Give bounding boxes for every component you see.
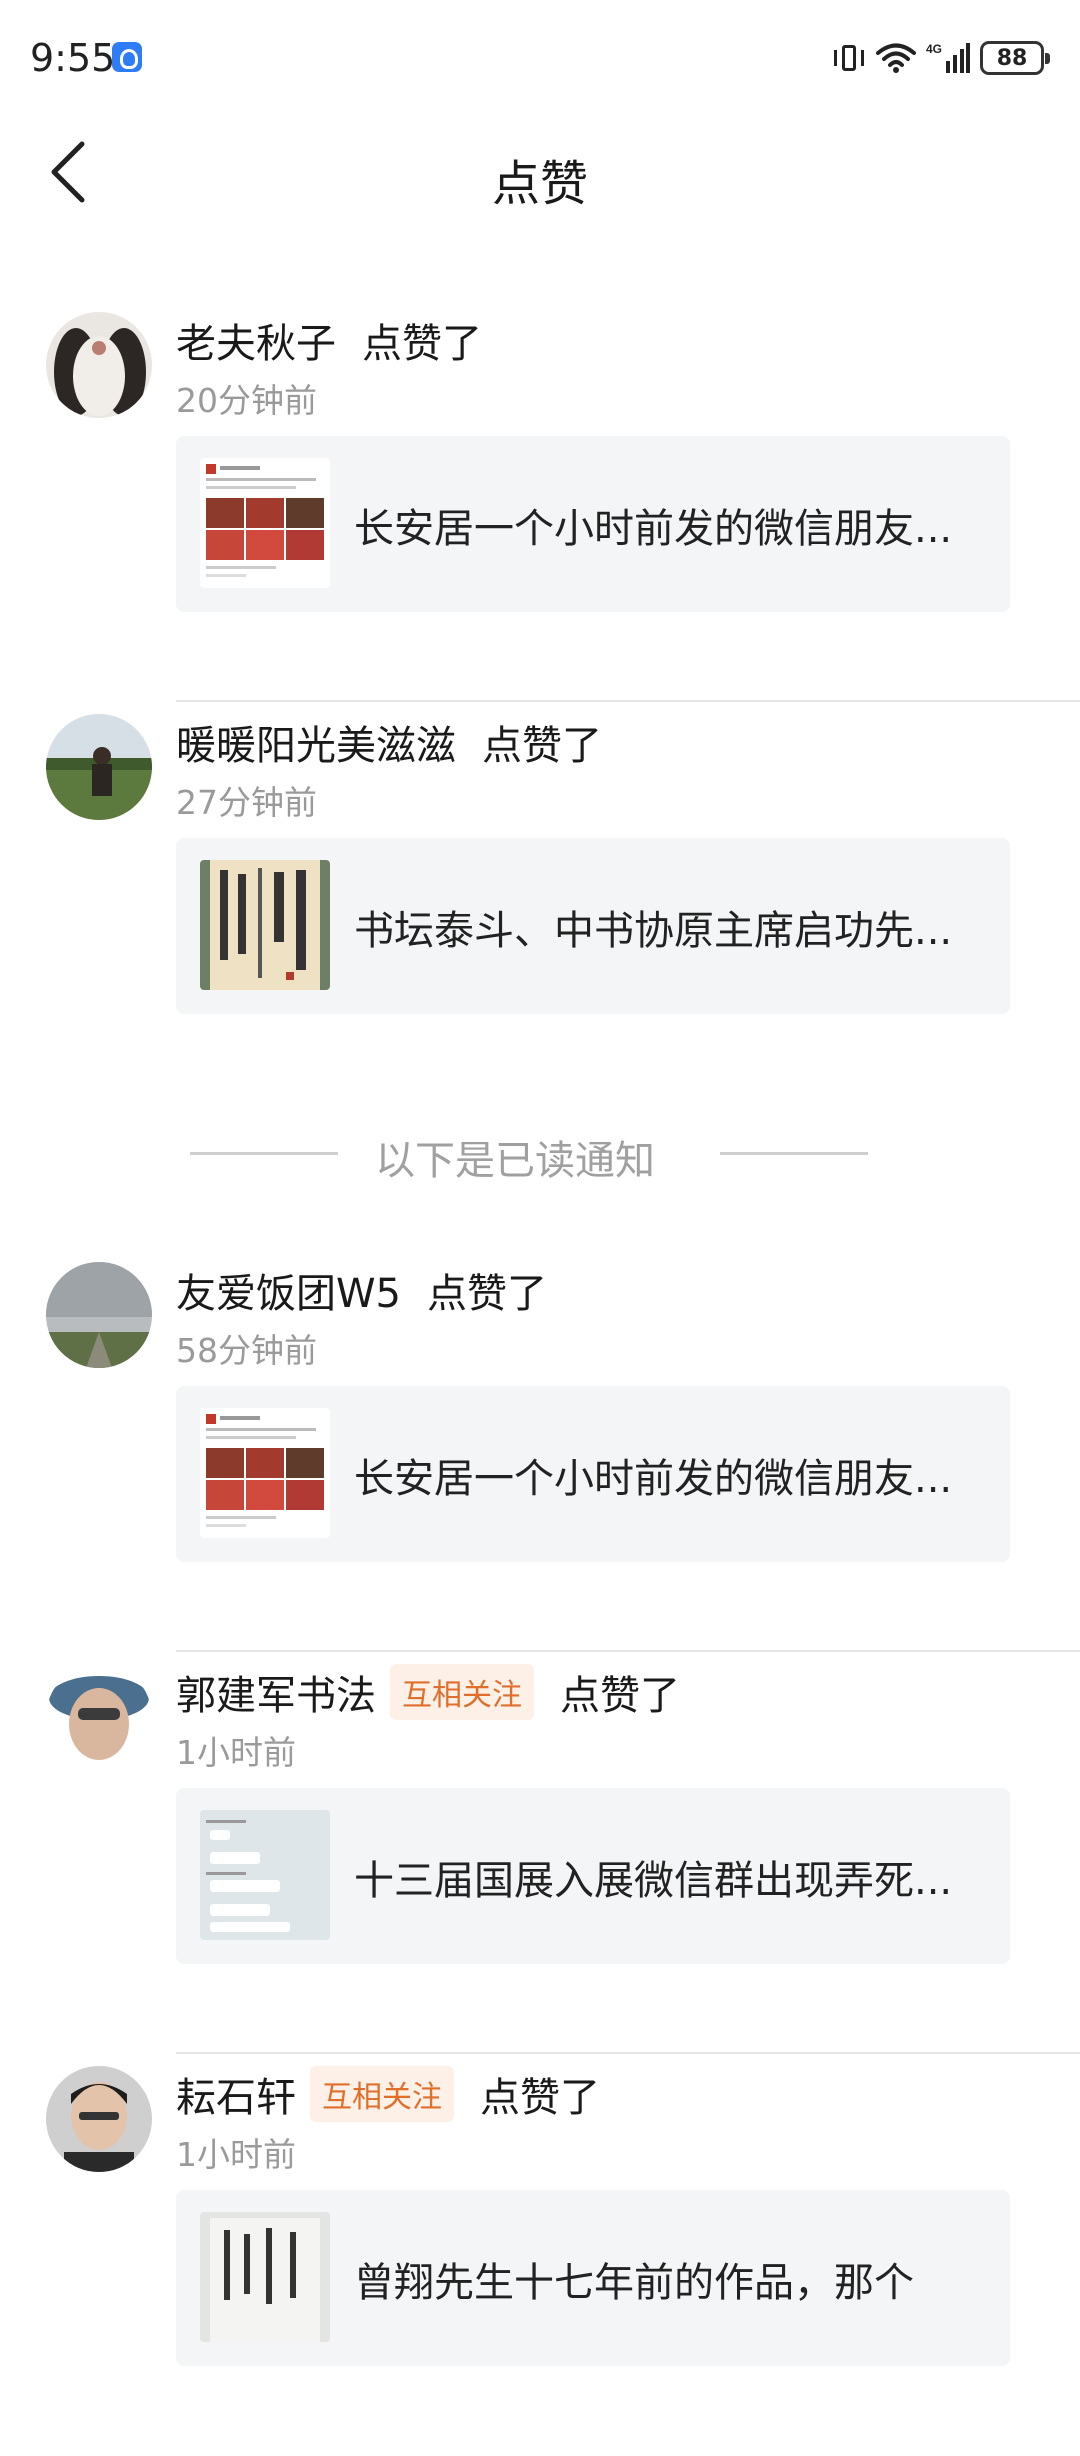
status-icons: 4G 88 (832, 38, 1050, 78)
page-title: 点赞 (491, 156, 588, 212)
post-thumbnail (200, 2212, 330, 2342)
battery-icon: 88 (980, 41, 1050, 75)
signal-icon: 4G (926, 42, 970, 73)
wifi-icon (876, 43, 916, 73)
post-thumbnail (200, 458, 330, 588)
notification-item: 老夫秋子 点赞了 20分钟前 长安居一个小时前发的微信朋友... (0, 300, 1080, 702)
avatar[interactable] (46, 1664, 152, 1770)
post-card[interactable]: 曾翔先生十七年前的作品，那个 (176, 2190, 1010, 2366)
user-name[interactable]: 老夫秋子 (176, 311, 336, 369)
battery-level: 88 (996, 45, 1028, 71)
post-card[interactable]: 长安居一个小时前发的微信朋友... (176, 1386, 1010, 1562)
post-card[interactable]: 长安居一个小时前发的微信朋友... (176, 436, 1010, 612)
post-title: 曾翔先生十七年前的作品，那个 (354, 2260, 914, 2306)
action-label: 点赞了 (480, 2075, 600, 2121)
status-time: 9:55 (30, 36, 116, 80)
status-bar: 9:55 4G 88 (0, 0, 1080, 110)
avatar[interactable] (46, 312, 152, 418)
post-card[interactable]: 十三届国展入展微信群出现弄死... (176, 1788, 1010, 1964)
notification-item: 耘石轩 互相关注 点赞了 1小时前 曾翔先生十七年前的作品，那个 (0, 2054, 1080, 2456)
avatar[interactable] (46, 1262, 152, 1368)
vibrate-icon (832, 43, 866, 73)
header: 点赞 (0, 110, 1080, 230)
notification-list: 老夫秋子 点赞了 20分钟前 长安居一个小时前发的微信朋友... 暖暖阳光美滋滋… (0, 300, 1080, 2456)
timestamp: 58分钟前 (176, 1331, 317, 1370)
action-label: 点赞了 (427, 1271, 547, 1317)
action-label: 点赞了 (560, 1673, 680, 1719)
timestamp: 20分钟前 (176, 381, 317, 420)
post-thumbnail (200, 1408, 330, 1538)
network-type-label: 4G (926, 42, 942, 56)
post-title: 长安居一个小时前发的微信朋友... (354, 1456, 953, 1502)
user-name[interactable]: 郭建军书法 (176, 1663, 376, 1721)
mutual-follow-badge: 互相关注 (390, 1664, 534, 1720)
notification-item: 友爱饭团W5 点赞了 58分钟前 长安居一个小时前发的微信朋友... (0, 1250, 1080, 1652)
avatar[interactable] (46, 714, 152, 820)
post-thumbnail (200, 860, 330, 990)
post-title: 长安居一个小时前发的微信朋友... (354, 506, 953, 552)
action-label: 点赞了 (362, 321, 482, 367)
post-thumbnail (200, 1810, 330, 1940)
mutual-follow-badge: 互相关注 (310, 2066, 454, 2122)
timestamp: 1小时前 (176, 1733, 296, 1772)
notification-item: 郭建军书法 互相关注 点赞了 1小时前 十三届国展入展微信群出现弄死... (0, 1652, 1080, 2054)
read-divider-label: 以下是已读通知 (375, 1138, 655, 1184)
post-title: 十三届国展入展微信群出现弄死... (354, 1858, 953, 1904)
read-divider: 以下是已读通知 (0, 1082, 1080, 1222)
post-title: 书坛泰斗、中书协原主席启功先... (354, 908, 953, 954)
user-name[interactable]: 暖暖阳光美滋滋 (176, 713, 456, 771)
post-card[interactable]: 书坛泰斗、中书协原主席启功先... (176, 838, 1010, 1014)
avatar[interactable] (46, 2066, 152, 2172)
timestamp: 1小时前 (176, 2135, 296, 2174)
user-name[interactable]: 耘石轩 (176, 2065, 296, 2123)
divider-line-right (720, 1152, 868, 1155)
action-label: 点赞了 (482, 723, 602, 769)
user-name[interactable]: 友爱饭团W5 (176, 1261, 401, 1319)
notification-item: 暖暖阳光美滋滋 点赞了 27分钟前 书坛泰斗、中书协原主席启功先... (0, 702, 1080, 1082)
notification-app-icon (112, 42, 142, 72)
timestamp: 27分钟前 (176, 783, 317, 822)
